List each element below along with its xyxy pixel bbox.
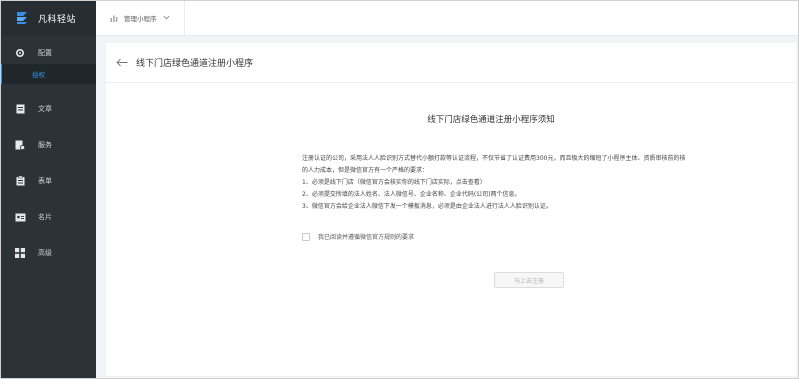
- agree-checkbox[interactable]: [302, 232, 310, 241]
- form-icon: [14, 175, 26, 187]
- sidebar-subitem-authorize[interactable]: 授权: [0, 64, 96, 84]
- sidebar-item-form[interactable]: 表单: [0, 170, 96, 192]
- register-button[interactable]: 马上去注册: [494, 272, 564, 288]
- notice-line: 2、必须提交所填的法人姓名、法人微信号、企业名称、企业代码(公司)两个信息。: [302, 191, 521, 198]
- sidebar-item-advanced[interactable]: 高级: [0, 242, 96, 264]
- sidebar-item-articles[interactable]: 文章: [0, 98, 96, 120]
- gear-icon: [14, 47, 26, 59]
- sidebar-item-label: 名片: [38, 213, 52, 221]
- agree-label: 我已阅读并遵循微信官方规则的要求: [318, 234, 415, 241]
- page-header: 线下门店绿色通道注册小程序: [106, 43, 796, 83]
- service-icon: [14, 139, 26, 151]
- sidebar: 凡科轻站 配置 授权 文章 服务 表单 名片 高级: [0, 0, 96, 379]
- notice-line: 3、微信官方会给企业法人微信下发一个模板消息，必须是由企业法人进行法人人脸识别认…: [302, 203, 552, 210]
- topbar: 管理小程序: [96, 0, 799, 36]
- app-switcher-label: 管理小程序: [124, 14, 157, 23]
- brand[interactable]: 凡科轻站: [0, 0, 96, 36]
- sidebar-item-config[interactable]: 配置: [0, 42, 96, 64]
- sidebar-item-card[interactable]: 名片: [0, 206, 96, 228]
- notice-body: 注册认证的公司，采用法人人脸识别方式替代小额打款等认证流程，不仅节省了认证费用3…: [302, 153, 762, 213]
- brand-logo-icon: [17, 12, 27, 24]
- notice-line: 注册认证的公司，采用法人人脸识别方式替代小额打款等认证流程，不仅节省了认证费用3…: [302, 155, 686, 162]
- grid-icon: [14, 247, 26, 259]
- sidebar-item-label: 服务: [38, 141, 52, 149]
- notice-line: 1、必须是线下门店（微信官方会核实你的线下门店实际，点击查看）: [302, 179, 486, 186]
- sidebar-item-label: 文章: [38, 105, 52, 113]
- agree-row[interactable]: 我已阅读并遵循微信官方规则的要求: [302, 232, 414, 241]
- card-icon: [14, 211, 26, 223]
- notice-title: 线下门店绿色通道注册小程序须知: [427, 115, 555, 125]
- back-arrow-icon[interactable]: [116, 58, 128, 67]
- page-title: 线下门店绿色通道注册小程序: [136, 59, 254, 69]
- sidebar-item-label: 表单: [38, 177, 52, 185]
- app-switcher[interactable]: 管理小程序: [96, 0, 185, 36]
- bar-chart-icon: [110, 15, 118, 22]
- chevron-down-icon: [162, 15, 170, 20]
- document-icon: [14, 103, 26, 115]
- sidebar-item-label: 配置: [38, 49, 52, 57]
- brand-name: 凡科轻站: [38, 14, 77, 25]
- sidebar-item-label: 高级: [38, 249, 52, 257]
- sidebar-item-service[interactable]: 服务: [0, 134, 96, 156]
- notice-line: 的人力成本，但是微信官方有一个严格的要求：: [302, 167, 429, 174]
